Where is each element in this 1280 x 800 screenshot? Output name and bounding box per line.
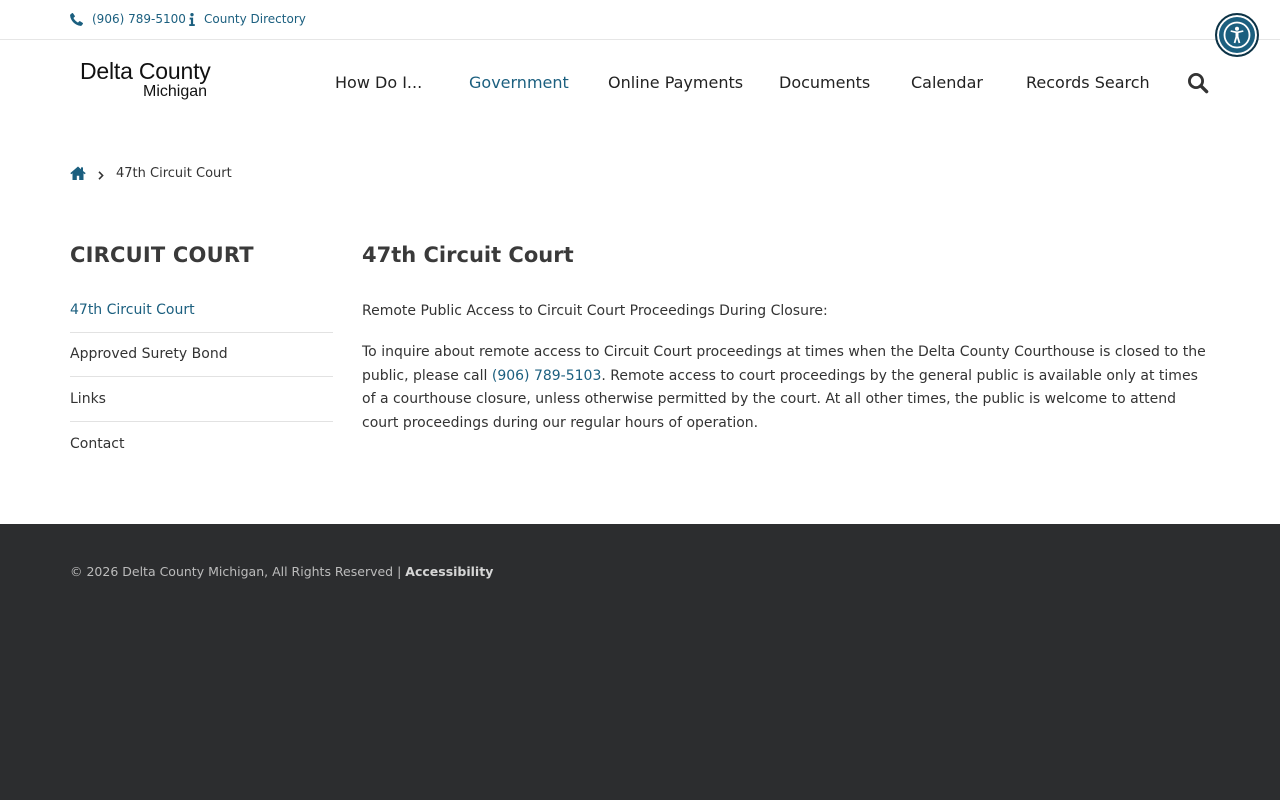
copyright-text: © 2026 Delta County Michigan, All Rights… xyxy=(70,564,406,579)
footer-accessibility-link[interactable]: Accessibility xyxy=(405,564,493,579)
phone-icon xyxy=(70,12,83,26)
court-phone-link[interactable]: (906) 789-5103 xyxy=(492,368,602,384)
main-nav: How Do I... Government Online Payments D… xyxy=(0,73,1280,95)
sidebar-item-label: 47th Circuit Court xyxy=(70,301,195,318)
nav-online-payments[interactable]: Online Payments xyxy=(608,73,743,92)
breadcrumb-current: 47th Circuit Court xyxy=(116,165,232,181)
remote-access-paragraph: To inquire about remote access to Circui… xyxy=(362,341,1212,435)
site-footer: © 2026 Delta County Michigan, All Rights… xyxy=(0,524,1280,800)
sidebar-item-label: Contact xyxy=(70,435,125,452)
sidebar-item-links[interactable]: Links xyxy=(70,377,333,422)
sidebar-item-label: Links xyxy=(70,390,106,407)
page-title: 47th Circuit Court xyxy=(362,243,574,267)
nav-government[interactable]: Government xyxy=(469,73,569,92)
footer-copyright: © 2026 Delta County Michigan, All Rights… xyxy=(70,564,493,579)
accessibility-widget-button[interactable] xyxy=(1215,13,1259,57)
chevron-right-icon xyxy=(98,169,104,180)
nav-documents[interactable]: Documents xyxy=(779,73,870,92)
info-icon xyxy=(189,12,195,26)
accessibility-person-icon xyxy=(1223,21,1251,49)
sidebar-item-label: Approved Surety Bond xyxy=(70,346,228,363)
intro-paragraph: Remote Public Access to Circuit Court Pr… xyxy=(362,303,828,319)
phone-link[interactable]: (906) 789-5100 xyxy=(70,12,186,26)
nav-records-search[interactable]: Records Search xyxy=(1026,73,1150,92)
nav-how-do-i[interactable]: How Do I... xyxy=(335,73,422,92)
sidebar-item-contact[interactable]: Contact xyxy=(70,422,333,467)
breadcrumb: 47th Circuit Court xyxy=(70,164,232,182)
phone-number: (906) 789-5100 xyxy=(92,12,186,26)
sidebar-item-47th-circuit-court[interactable]: 47th Circuit Court xyxy=(70,288,333,333)
sidebar-item-approved-surety-bond[interactable]: Approved Surety Bond xyxy=(70,333,333,377)
sidebar-title: CIRCUIT COURT xyxy=(70,243,254,267)
search-icon xyxy=(1188,73,1209,94)
home-icon[interactable] xyxy=(70,166,86,180)
county-directory-link[interactable]: County Directory xyxy=(189,12,306,26)
sidebar-menu: 47th Circuit Court Approved Surety Bond … xyxy=(70,288,333,466)
county-directory-label: County Directory xyxy=(204,12,306,26)
search-button[interactable] xyxy=(1187,72,1209,94)
top-bar: (906) 789-5100 County Directory xyxy=(0,0,1280,40)
nav-calendar[interactable]: Calendar xyxy=(911,73,983,92)
